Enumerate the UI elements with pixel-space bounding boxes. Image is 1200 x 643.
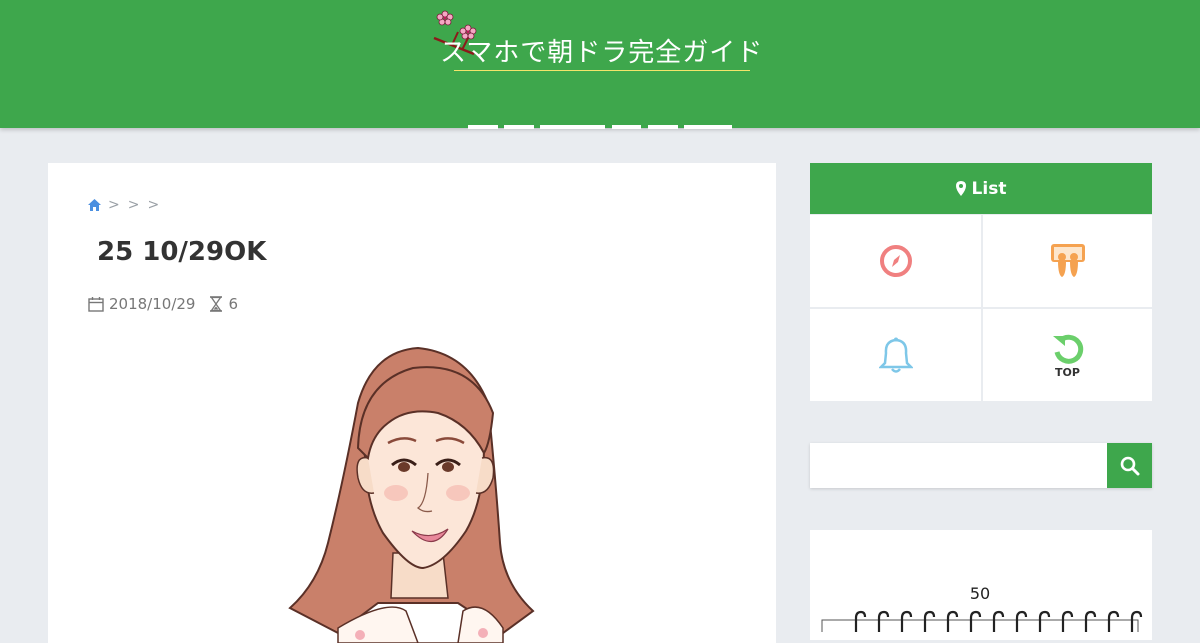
map-pin-icon <box>955 181 966 196</box>
breadcrumb-separator: > <box>108 197 120 213</box>
home-icon[interactable] <box>88 199 101 211</box>
search-box <box>810 443 1152 488</box>
bell-icon <box>878 337 913 373</box>
spiral-binding-icon <box>821 610 1143 632</box>
article-card: > > > 25 10/29OK 2018/10/29 6 <box>48 163 776 643</box>
nav-item-6[interactable] <box>684 125 732 129</box>
compass-icon <box>879 245 912 277</box>
breadcrumb-separator: > <box>147 197 160 213</box>
calendar-icon <box>88 297 104 312</box>
site-title[interactable]: スマホで朝ドラ完全ガイド <box>440 32 763 69</box>
post-meta: 2018/10/29 6 <box>88 295 238 313</box>
tile-slides[interactable] <box>983 215 1152 307</box>
search-input[interactable] <box>810 443 1107 488</box>
breadcrumb: > > > <box>88 197 160 213</box>
list-header: List <box>810 163 1152 214</box>
calendar-widget: 50 <box>810 530 1152 640</box>
breadcrumb-separator: > <box>127 197 140 213</box>
search-button[interactable] <box>1107 443 1152 488</box>
post-title: 25 10/29OK <box>97 237 267 267</box>
tile-top[interactable]: TOP <box>983 309 1152 401</box>
nav-item-2[interactable] <box>504 125 534 129</box>
tile-compass[interactable] <box>810 215 981 307</box>
nav-item-3[interactable] <box>540 125 605 129</box>
tile-bell[interactable] <box>810 309 981 401</box>
nav-item-4[interactable] <box>612 125 641 129</box>
title-underline <box>454 70 750 71</box>
hourglass-icon <box>210 296 223 312</box>
calendar-number: 50 <box>969 584 991 603</box>
site-logo[interactable]: スマホで朝ドラ完全ガイド <box>432 10 772 76</box>
refresh-icon <box>1052 334 1083 364</box>
nav-item-1[interactable] <box>468 125 498 129</box>
list-title: List <box>971 178 1007 199</box>
illustration-woman <box>288 346 535 643</box>
post-count: 6 <box>228 295 239 313</box>
tile-top-label: TOP <box>1055 365 1080 379</box>
list-widget: List TOP <box>810 163 1152 401</box>
search-icon <box>1120 456 1139 475</box>
slideshare-icon <box>1050 244 1085 277</box>
nav-item-5[interactable] <box>648 125 678 129</box>
post-date: 2018/10/29 <box>109 295 196 313</box>
site-header: スマホで朝ドラ完全ガイド <box>0 0 1200 129</box>
